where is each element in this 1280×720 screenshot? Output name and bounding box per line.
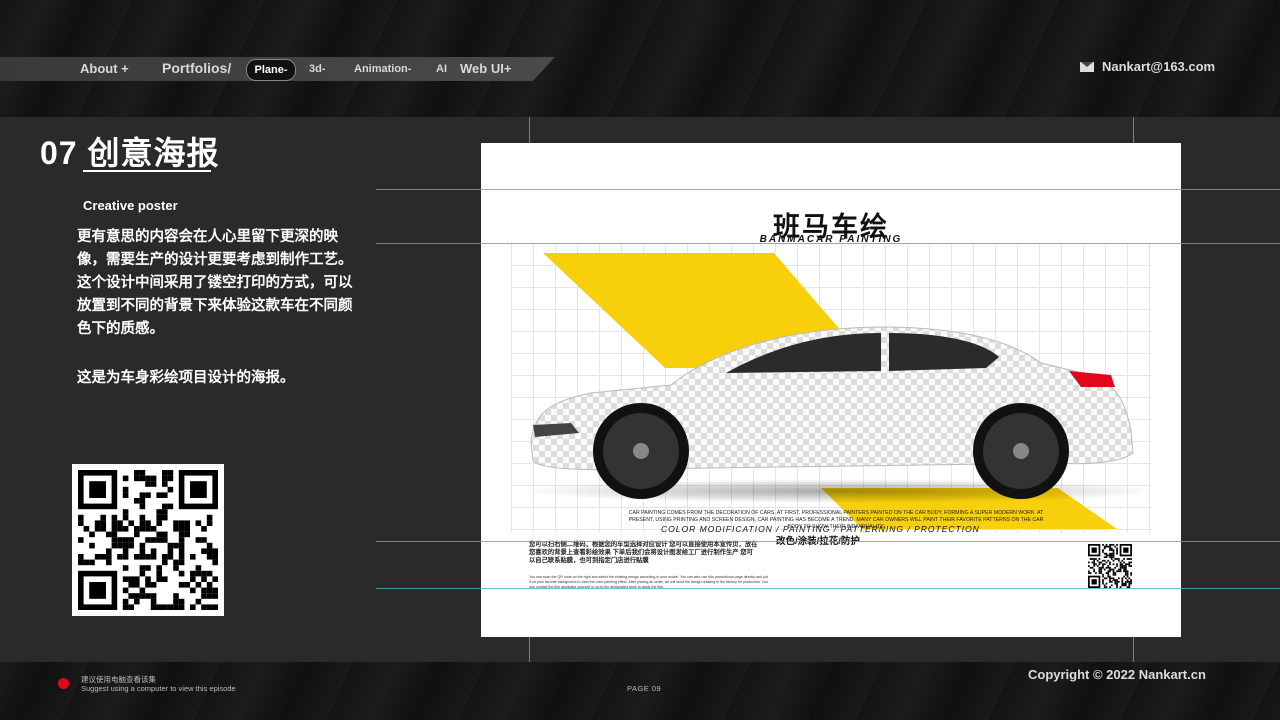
guide-line-horizontal [376, 588, 1280, 589]
guide-line-horizontal [376, 243, 1280, 244]
poster-categories-cn: 改色/涂装/拉花/防护 [776, 533, 860, 547]
nav-3d[interactable]: 3d- [309, 63, 326, 75]
nav-animation[interactable]: Animation- [354, 63, 411, 75]
page-number: PAGE 09 [627, 684, 662, 693]
red-dot-icon [58, 678, 69, 689]
footer-note-en: Suggest using a computer to view this ep… [81, 684, 236, 693]
guide-line-horizontal [376, 541, 1280, 542]
section-description-2: 这是为车身彩绘项目设计的海报。 [77, 370, 295, 386]
nav-web-ui[interactable]: Web UI+ [460, 61, 511, 76]
nav-about[interactable]: About + [80, 61, 129, 76]
nav-plane-tab[interactable]: Plane- [246, 59, 296, 81]
car-illustration [521, 326, 1141, 503]
guide-line-horizontal [376, 189, 1280, 190]
poster: 班马车绘 BANMACAR PAINTING Car painting come… [481, 143, 1181, 637]
section-description: 更有意思的内容会在人心里留下更深的映像，需要生产的设计更要考虑到制作工艺。这个设… [77, 229, 353, 337]
email-contact[interactable]: Nankart@163.com [1080, 59, 1215, 74]
copyright: Copyright © 2022 Nankart.cn [1028, 667, 1206, 682]
email-text: Nankart@163.com [1102, 59, 1216, 74]
title-underline [83, 170, 211, 172]
nav-ai[interactable]: AI [436, 63, 447, 75]
section-title: 07 创意海报 [40, 135, 220, 171]
section-subtitle: Creative poster [83, 198, 178, 213]
qr-code-large [72, 464, 224, 616]
poster-note-cn: 您可以扫右侧二维码，根据您的车型选择对应设计 您可以直接使用本宣传页，放在您喜欢… [529, 541, 758, 564]
mail-icon [1080, 62, 1094, 72]
nav-portfolios[interactable]: Portfolios/ [162, 60, 231, 76]
qr-code-small [1088, 544, 1132, 588]
